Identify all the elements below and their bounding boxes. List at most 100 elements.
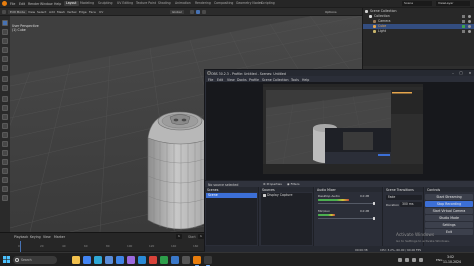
poly-build-tool-icon[interactable] xyxy=(2,141,8,147)
menu-mesh[interactable]: Mesh xyxy=(57,10,65,14)
cursor-tool-icon[interactable] xyxy=(2,29,8,35)
obs-menu-edit[interactable]: Edit xyxy=(217,78,223,82)
timeline-keying-menu[interactable]: Keying xyxy=(30,235,41,239)
edge-taskbar-icon[interactable] xyxy=(94,256,102,264)
duration-input[interactable]: 300 ms xyxy=(400,202,422,207)
move-tool-icon[interactable] xyxy=(2,38,8,44)
vscode-taskbar-icon[interactable] xyxy=(138,256,146,264)
timeline-playback-menu[interactable]: Playback xyxy=(14,235,28,239)
view-layer-selector[interactable]: ViewLayer xyxy=(436,1,470,6)
volume-icon[interactable] xyxy=(412,257,416,262)
start-virtual-camera-button[interactable]: Start Virtual Camera xyxy=(425,208,473,214)
menu-window[interactable]: Window xyxy=(40,2,53,6)
settings-button[interactable]: Settings xyxy=(425,222,473,228)
chrome-taskbar-icon[interactable] xyxy=(83,256,91,264)
menu-face[interactable]: Face xyxy=(89,10,96,14)
menu-edit[interactable]: Edit xyxy=(19,2,25,6)
options-dropdown[interactable]: Options xyxy=(325,10,337,14)
scale-tool-icon[interactable] xyxy=(2,56,8,62)
obs-menu-profile[interactable]: Profile xyxy=(249,78,259,82)
workspace-tab-layout[interactable]: Layout xyxy=(64,1,79,6)
scene-selector[interactable]: Scene xyxy=(402,1,432,6)
workspace-tab-texture-paint[interactable]: Texture Paint xyxy=(134,1,158,6)
snap-icon[interactable] xyxy=(196,9,200,14)
obs-taskbar-icon[interactable] xyxy=(204,256,212,266)
windows-start-icon[interactable] xyxy=(3,256,10,263)
timeline-playhead[interactable] xyxy=(20,241,21,252)
task-view-icon[interactable] xyxy=(62,256,70,264)
language-indicator[interactable]: ENG xyxy=(436,258,442,262)
visibility-eye-icon[interactable] xyxy=(468,30,471,33)
timeline-view-menu[interactable]: View xyxy=(43,235,51,239)
loop-cut-tool-icon[interactable] xyxy=(2,123,8,129)
obs-menu-help[interactable]: Help xyxy=(302,78,309,82)
menu-edge[interactable]: Edge xyxy=(79,10,87,14)
stop-recording-button[interactable]: Stop Recording xyxy=(425,201,473,207)
menu-file[interactable]: File xyxy=(10,2,15,6)
scene-item[interactable]: Scene xyxy=(206,193,257,198)
desktop-audio-fader-knob[interactable] xyxy=(373,202,375,205)
blender-taskbar-icon[interactable] xyxy=(193,256,201,266)
mic-aux-fader-knob[interactable] xyxy=(373,217,375,220)
app-green-taskbar-icon[interactable] xyxy=(160,256,168,264)
taskbar-search-box[interactable]: Search xyxy=(13,255,57,264)
shear-tool-icon[interactable] xyxy=(2,186,8,192)
can-mesh[interactable] xyxy=(147,111,213,230)
app-dark-taskbar-icon[interactable] xyxy=(182,256,190,264)
extrude-tool-icon[interactable] xyxy=(2,96,8,102)
obs-preview[interactable] xyxy=(206,82,474,180)
menu-view[interactable]: View xyxy=(28,10,35,14)
workspace-tab-shading[interactable]: Shading xyxy=(156,1,173,6)
minimize-icon[interactable]: – xyxy=(449,71,457,76)
outliner-row[interactable]: Light xyxy=(363,29,474,34)
app-blue-taskbar-icon[interactable] xyxy=(171,256,179,264)
menu-help[interactable]: Help xyxy=(54,2,61,6)
workspace-tab-uv-editing[interactable]: UV Editing xyxy=(115,1,135,6)
measure-tool-icon[interactable] xyxy=(2,85,8,91)
current-frame-field[interactable]: 1 xyxy=(176,234,182,239)
mic-aux-fader[interactable] xyxy=(318,218,374,219)
menu-select[interactable]: Select xyxy=(37,10,46,14)
rip-region-tool-icon[interactable] xyxy=(2,195,8,201)
workspace-tab-animation[interactable]: Animation xyxy=(173,1,193,6)
menu-uv[interactable]: UV xyxy=(99,10,103,14)
clock-date[interactable]: 11-10-2024 xyxy=(443,260,461,264)
clock-time[interactable]: 3:02 xyxy=(447,255,454,259)
visibility-eye-icon[interactable] xyxy=(468,20,471,23)
workspace-tab-sculpting[interactable]: Sculpting xyxy=(96,1,114,6)
workspace-tab-modeling[interactable]: Modeling xyxy=(78,1,96,6)
blender-logo-icon[interactable] xyxy=(2,1,7,6)
obs-menu-docks[interactable]: Docks xyxy=(237,78,247,82)
obs-menu-scene-collection[interactable]: Scene Collection xyxy=(262,78,289,82)
rotate-tool-icon[interactable] xyxy=(2,47,8,53)
store-taskbar-icon[interactable] xyxy=(105,256,113,264)
menu-render[interactable]: Render xyxy=(28,2,39,6)
mode-dropdown[interactable]: Edit Mode xyxy=(8,9,27,14)
editor-type-icon[interactable] xyxy=(2,9,6,14)
obs-menu-tools[interactable]: Tools xyxy=(291,78,299,82)
timeline-marker-menu[interactable]: Marker xyxy=(54,235,65,239)
transform-orientation-dropdown[interactable]: Global xyxy=(170,9,184,14)
visibility-eye-icon[interactable] xyxy=(468,25,471,28)
photos-taskbar-icon[interactable] xyxy=(127,256,135,264)
file-explorer-taskbar-icon[interactable] xyxy=(72,256,80,264)
edge-slide-tool-icon[interactable] xyxy=(2,168,8,174)
tray-chevron-icon[interactable] xyxy=(398,257,402,262)
pivot-icon[interactable] xyxy=(190,9,194,14)
exclude-checkbox-icon[interactable] xyxy=(462,15,465,18)
desktop-audio-fader[interactable] xyxy=(318,203,374,204)
inset-tool-icon[interactable] xyxy=(2,105,8,111)
transform-tool-icon[interactable] xyxy=(2,65,8,71)
menu-vertex[interactable]: Vertex xyxy=(67,10,77,14)
start-streaming-button[interactable]: Start Streaming xyxy=(425,194,473,200)
bevel-tool-icon[interactable] xyxy=(2,114,8,120)
mail-taskbar-icon[interactable] xyxy=(116,256,124,264)
proportional-edit-icon[interactable] xyxy=(202,9,206,14)
source-item[interactable]: Display Capture xyxy=(261,193,312,198)
close-icon[interactable]: × xyxy=(466,71,474,76)
obs-menu-view[interactable]: View xyxy=(227,78,235,82)
smooth-tool-icon[interactable] xyxy=(2,159,8,165)
shrink-fatten-tool-icon[interactable] xyxy=(2,177,8,183)
wifi-icon[interactable] xyxy=(405,257,409,262)
visibility-eye-icon[interactable] xyxy=(468,15,471,18)
